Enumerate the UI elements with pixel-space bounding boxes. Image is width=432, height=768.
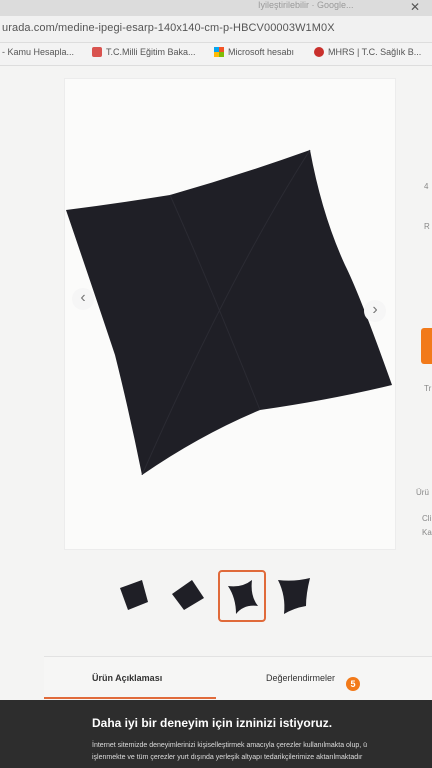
add-to-cart-button-edge[interactable] bbox=[421, 328, 432, 364]
active-tab-indicator bbox=[44, 697, 216, 699]
address-bar[interactable]: urada.com/medine-ipegi-esarp-140x140-cm-… bbox=[0, 16, 432, 43]
thumbnail-2[interactable] bbox=[166, 570, 210, 618]
product-info-panel-edge: 4 R Tr Ürü Cli Ka bbox=[414, 66, 432, 666]
edge-text: Tr bbox=[424, 384, 432, 393]
tab-chip[interactable]: Iyileştirilebilir · Google... bbox=[258, 0, 354, 10]
product-tabs: Ürün Açıklaması Değerlendirmeler 5 bbox=[44, 656, 432, 701]
chevron-right-icon: › bbox=[372, 301, 378, 318]
edge-text: Cli bbox=[422, 514, 432, 523]
bookmark-label: MHRS | T.C. Sağlık B... bbox=[328, 47, 422, 57]
cookie-line: İnternet sitemizde deneyimlerinizi kişis… bbox=[92, 742, 368, 749]
browser-tab-strip: Iyileştirilebilir · Google... ✕ bbox=[0, 0, 432, 16]
edge-text: 4 bbox=[424, 182, 429, 191]
close-icon[interactable]: ✕ bbox=[410, 0, 420, 14]
microsoft-icon bbox=[214, 47, 224, 57]
reviews-count-badge: 5 bbox=[346, 677, 360, 691]
bookmarks-bar: - Kamu Hesapla... T.C.Milli Eğitim Baka.… bbox=[0, 43, 432, 66]
next-image-button[interactable]: › bbox=[364, 300, 386, 322]
tc-icon bbox=[92, 47, 102, 57]
edge-text: Ka bbox=[422, 528, 432, 537]
chevron-left-icon: ‹ bbox=[80, 289, 86, 306]
cookie-body: İnternet sitemizde deneyimlerinizi kişis… bbox=[92, 740, 432, 764]
cookie-title: Daha iyi bir deneyim için izninizi istiy… bbox=[92, 716, 333, 730]
thumbnail-4[interactable] bbox=[272, 570, 316, 618]
bookmark-label: - Kamu Hesapla... bbox=[2, 47, 75, 57]
mhrs-icon bbox=[314, 47, 324, 57]
thumbnail-3[interactable] bbox=[218, 570, 266, 622]
thumbnail-1[interactable] bbox=[112, 570, 156, 618]
scarf-shape bbox=[66, 150, 392, 475]
bookmark-microsoft[interactable]: Microsoft hesabı bbox=[214, 47, 294, 57]
tab-reviews[interactable]: Değerlendirmeler bbox=[266, 673, 335, 683]
prev-image-button[interactable]: ‹ bbox=[72, 288, 94, 310]
cookie-line: işlenmekte ve tüm çerezler yurt dışında … bbox=[92, 754, 363, 761]
bookmark-kamu[interactable]: - Kamu Hesapla... bbox=[2, 47, 74, 57]
edge-text: Ürü bbox=[416, 488, 429, 497]
url-text[interactable]: urada.com/medine-ipegi-esarp-140x140-cm-… bbox=[2, 22, 335, 34]
tab-description[interactable]: Ürün Açıklaması bbox=[92, 673, 162, 683]
cookie-consent-banner: Daha iyi bir deneyim için izninizi istiy… bbox=[0, 700, 432, 768]
edge-text: R bbox=[424, 222, 430, 231]
bookmark-label: T.C.Milli Eğitim Baka... bbox=[106, 47, 196, 57]
bookmark-label: Microsoft hesabı bbox=[228, 47, 295, 57]
bookmark-meb[interactable]: T.C.Milli Eğitim Baka... bbox=[92, 47, 196, 57]
product-main-image[interactable] bbox=[60, 145, 400, 475]
bookmark-mhrs[interactable]: MHRS | T.C. Sağlık B... bbox=[314, 47, 421, 57]
